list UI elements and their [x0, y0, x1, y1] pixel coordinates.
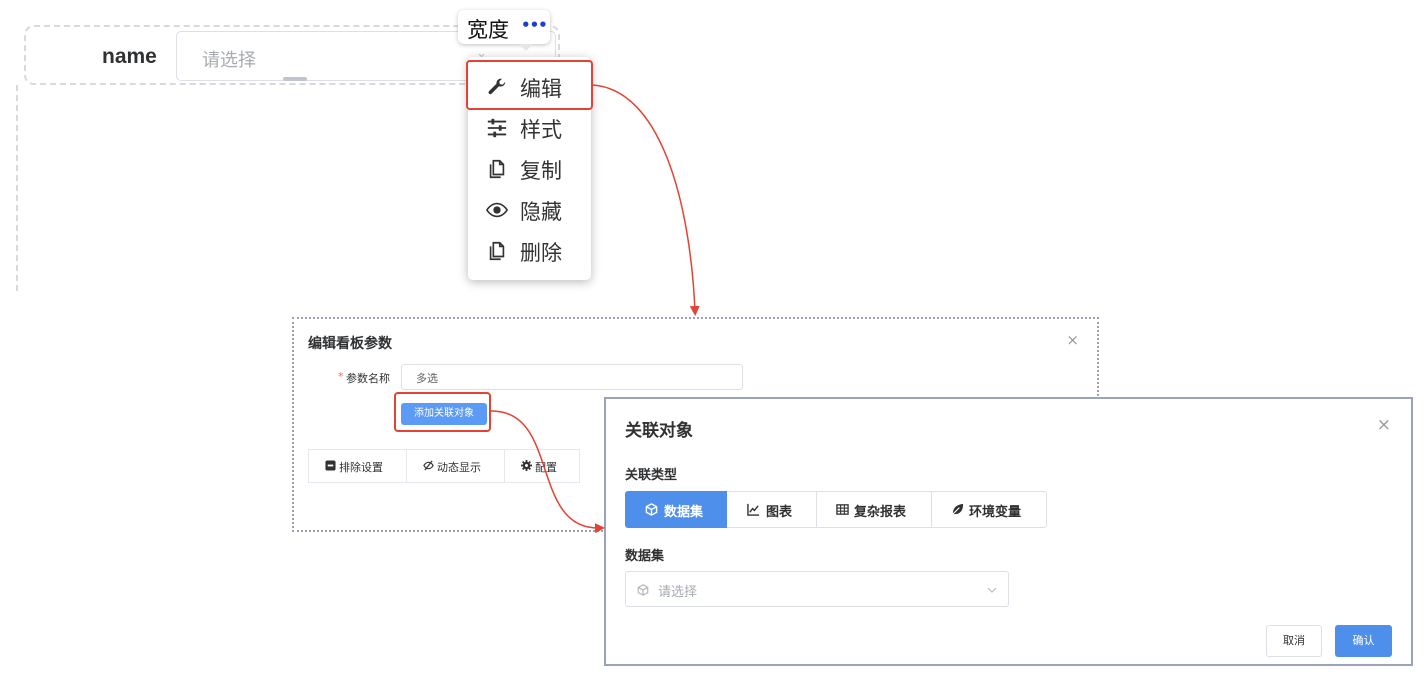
tab-exclude-settings[interactable]: 排除设置 [309, 450, 407, 482]
copy-icon [489, 159, 505, 179]
arrow-edit-to-dialog [592, 84, 700, 316]
gear-icon [521, 460, 532, 471]
dataset-placeholder: 请选择 [658, 585, 698, 600]
cancel-button[interactable]: 取消 [1266, 625, 1322, 657]
sliders-icon [487, 118, 507, 138]
menu-item-delete[interactable]: 删除 [468, 230, 591, 270]
dialog-title: 关联对象 [625, 421, 693, 441]
select-placeholder: 请选择 [202, 50, 256, 71]
menu-item-style[interactable]: 样式 [468, 107, 591, 147]
menu-item-label: 删除 [520, 241, 562, 265]
menu-item-label: 复制 [520, 159, 562, 183]
type-label: 环境变量 [969, 505, 1022, 520]
param-name-value: 多选 [416, 372, 438, 385]
chevron-down-icon [987, 587, 997, 593]
settings-tabbar: 排除设置 动态显示 配置 [308, 449, 580, 483]
add-button-highlight [394, 392, 491, 432]
type-label: 复杂报表 [854, 505, 907, 520]
table-icon [836, 504, 849, 515]
eye-off-icon [423, 460, 434, 471]
menu-item-hide[interactable]: 隐藏 [468, 189, 591, 229]
type-label: 图表 [766, 505, 793, 520]
type-complex-report-button[interactable]: 复杂报表 [817, 491, 932, 528]
tab-dynamic-display[interactable]: 动态显示 [407, 450, 505, 482]
type-dataset-button[interactable]: 数据集 [625, 491, 727, 528]
close-icon[interactable]: × [1377, 415, 1391, 435]
tab-label: 排除设置 [339, 461, 383, 474]
dataset-select[interactable]: 请选择 [625, 571, 1009, 607]
relation-type-label: 关联类型 [625, 468, 678, 483]
width-chip-label: 宽度 [467, 18, 509, 42]
relation-type-switch: 数据集 图表 复杂报表 环境变量 [625, 491, 1047, 528]
param-name-input[interactable]: 多选 [401, 364, 743, 390]
tab-label: 配置 [535, 461, 557, 474]
more-icon[interactable]: ••• [521, 16, 548, 34]
confirm-button[interactable]: 确认 [1335, 625, 1392, 657]
form-label-name: name [102, 45, 157, 68]
menu-edit-highlight [466, 60, 593, 110]
dialog-title: 编辑看板参数 [308, 336, 392, 352]
type-label: 数据集 [664, 505, 704, 520]
cube-icon [645, 503, 658, 516]
type-chart-button[interactable]: 图表 [727, 491, 817, 528]
minus-square-icon [325, 460, 336, 471]
close-icon[interactable]: × [1066, 331, 1079, 349]
copy-icon [489, 241, 505, 261]
menu-item-label: 隐藏 [520, 200, 562, 224]
menu-item-copy[interactable]: 复制 [468, 148, 591, 188]
tab-config[interactable]: 配置 [505, 450, 580, 482]
type-env-variable-button[interactable]: 环境变量 [932, 491, 1047, 528]
param-name-label: 参数名称 [346, 372, 390, 385]
required-mark: * [338, 370, 344, 383]
width-chip[interactable]: 宽度 ••• [458, 10, 550, 44]
left-dashed-guide [16, 85, 18, 291]
menu-item-label: 样式 [520, 118, 562, 142]
dataset-label: 数据集 [625, 549, 665, 564]
tab-label: 动态显示 [437, 461, 481, 474]
resize-handle[interactable] [283, 77, 307, 81]
line-chart-icon [747, 503, 760, 516]
eye-icon [486, 202, 508, 218]
chip-caret [519, 44, 533, 51]
leaf-icon [952, 503, 964, 515]
cube-icon [637, 584, 649, 596]
related-object-dialog: 关联对象 × 关联类型 数据集 图表 复杂报表 环境变量 数据集 请选择 取消 … [604, 397, 1413, 666]
